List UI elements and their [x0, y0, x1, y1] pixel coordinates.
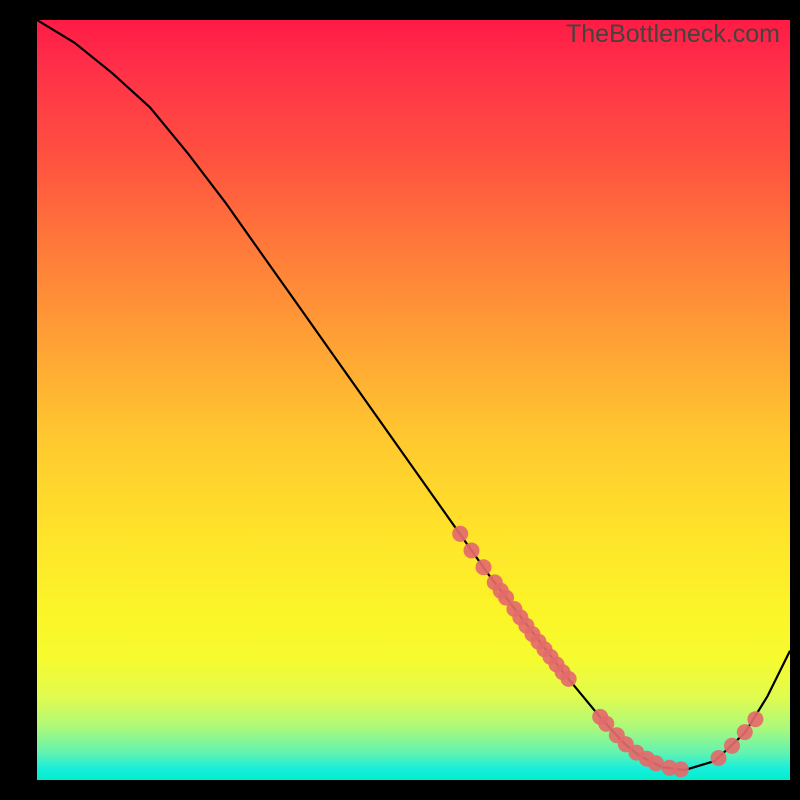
chart-canvas: TheBottleneck.com [37, 20, 790, 780]
data-dot [673, 761, 689, 777]
bottleneck-curve [37, 20, 790, 780]
data-dot [724, 738, 740, 754]
data-dot [747, 711, 763, 727]
data-dots [452, 526, 763, 778]
data-dot [464, 543, 480, 559]
curve-path [37, 20, 790, 770]
data-dot [476, 559, 492, 575]
data-dot [561, 671, 577, 687]
data-dot [452, 526, 468, 542]
data-dot [737, 724, 753, 740]
data-dot [711, 750, 727, 766]
